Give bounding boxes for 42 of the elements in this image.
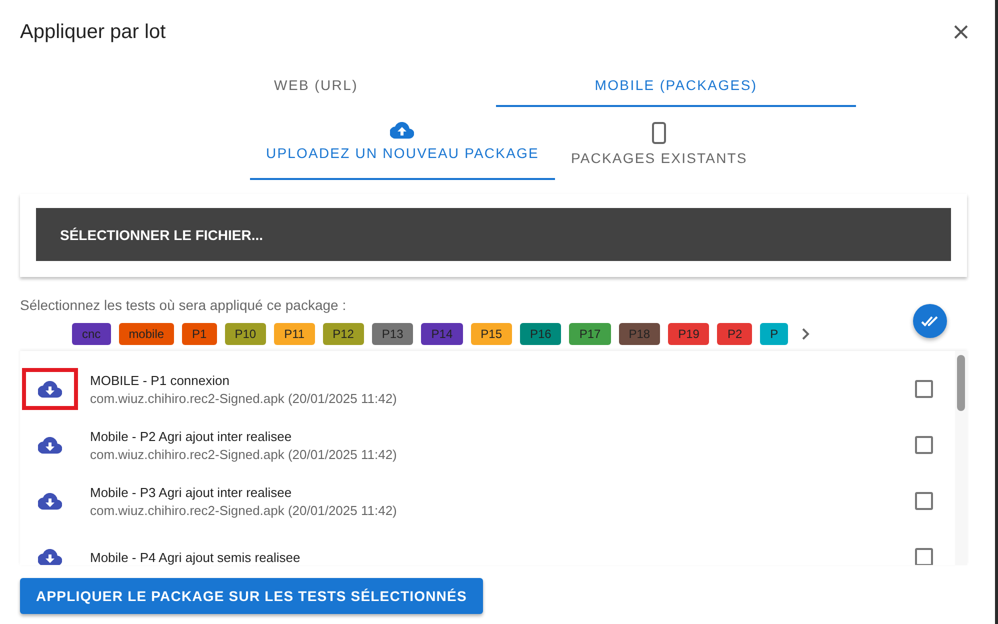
- tab[interactable]: UPLOADEZ UN NOUVEAU PACKAGE: [250, 118, 555, 180]
- checkbox[interactable]: [915, 492, 933, 510]
- package-file: com.wiuz.chihiro.rec2-Signed.apk (20/01/2025 11:42): [90, 446, 398, 462]
- chevron-right-icon[interactable]: [802, 328, 810, 340]
- tab[interactable]: PACKAGES EXISTANTS: [554, 118, 764, 180]
- tag-chip[interactable]: P12: [322, 323, 364, 345]
- scrollbar[interactable]: [955, 351, 967, 565]
- cloud-download-icon: [38, 548, 62, 565]
- instruction-text: Sélectionnez les tests où sera appliqué ce package :: [20, 297, 348, 313]
- cloud-download-icon: [38, 492, 62, 510]
- apply-button[interactable]: APPLIQUER LE PACKAGE SUR LES TESTS SÉLECTIONNÉS: [20, 578, 483, 614]
- tag-chip[interactable]: P16: [520, 323, 562, 345]
- package-title: Mobile - P2 Agri ajout inter realisee: [90, 428, 293, 444]
- double-check-icon: [921, 315, 939, 327]
- dialog-title: Appliquer par lot: [20, 20, 166, 44]
- package-file: com.wiuz.chihiro.rec2-Signed.apk (20/01/2025 11:42): [90, 390, 398, 406]
- tag-chip[interactable]: P: [760, 323, 788, 345]
- package-title: Mobile - P4 Agri ajout semis realisee: [90, 550, 302, 564]
- tag-chip[interactable]: mobile: [118, 323, 174, 345]
- tag-chip[interactable]: P1: [182, 323, 217, 345]
- checkbox[interactable]: [915, 380, 933, 398]
- tag-chip[interactable]: P19: [668, 323, 710, 345]
- package-title: Mobile - P3 Agri ajout inter realisee: [90, 484, 293, 500]
- tag-chip[interactable]: P13: [372, 323, 414, 345]
- tag-chip[interactable]: P15: [470, 323, 512, 345]
- select-file-button[interactable]: SÉLECTIONNER LE FICHIER...: [36, 208, 951, 261]
- cloud-download-icon: [38, 436, 62, 454]
- cloud-download-icon: [38, 380, 62, 398]
- checkbox[interactable]: [915, 548, 933, 565]
- tab[interactable]: MOBILE (PACKAGES): [496, 64, 856, 107]
- package-file: com.wiuz.chihiro.rec2-Signed.apk (20/01/2025 11:42): [90, 502, 398, 518]
- tag-chip[interactable]: P11: [274, 323, 315, 345]
- close-button[interactable]: [952, 23, 970, 41]
- tag-chip[interactable]: P2: [717, 323, 752, 345]
- package-title: MOBILE - P1 connexion: [90, 372, 230, 388]
- tag-chip[interactable]: P17: [569, 323, 611, 345]
- checkbox[interactable]: [915, 436, 933, 454]
- phone-icon: [652, 122, 666, 144]
- select-all-button[interactable]: [913, 304, 947, 338]
- tag-chip[interactable]: P10: [224, 323, 266, 345]
- tab[interactable]: WEB (URL): [136, 64, 496, 107]
- cloud-upload-icon: [390, 122, 414, 139]
